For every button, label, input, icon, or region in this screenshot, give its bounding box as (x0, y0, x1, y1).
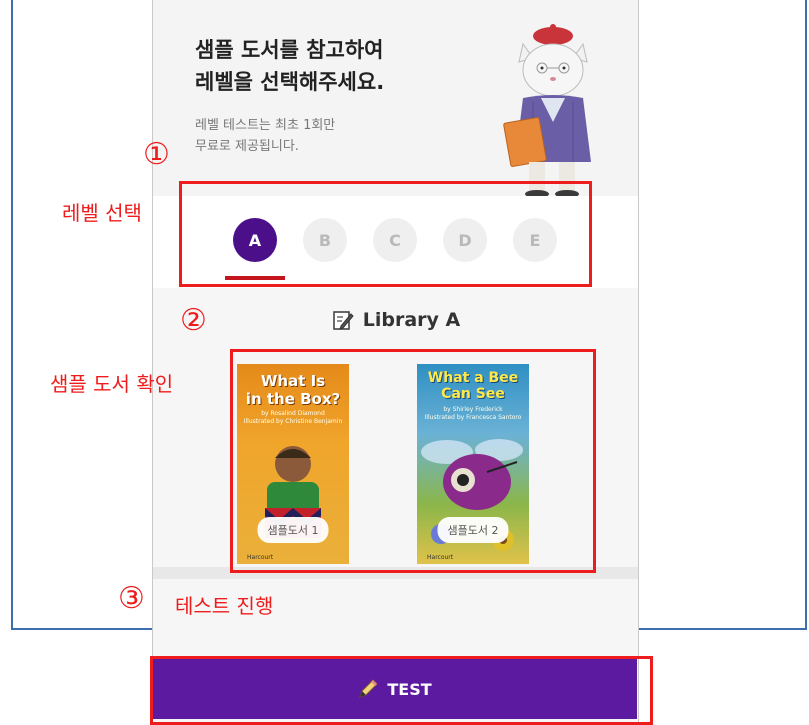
annotation-number-2: ② (180, 303, 207, 338)
library-header: Library A (153, 300, 638, 340)
annotation-number-1: ① (143, 137, 170, 172)
title-line-1: 샘플 도서를 참고하여 (195, 38, 384, 62)
subtitle-line-1: 레벨 테스트는 최초 1회만 (195, 118, 336, 133)
cat-mascot-illustration (503, 24, 591, 198)
annotation-box-test (150, 656, 653, 725)
subtitle: 레벨 테스트는 최초 1회만 무료로 제공됩니다. (195, 115, 335, 157)
subtitle-line-2: 무료로 제공됩니다. (195, 139, 299, 154)
annotation-label-level-select: 레벨 선택 (62, 201, 142, 225)
title-line-2: 레벨을 선택해주세요. (195, 70, 385, 94)
annotation-label-test: 테스트 진행 (175, 594, 274, 618)
annotation-number-3: ③ (118, 581, 145, 616)
annotation-box-level-select (179, 181, 592, 287)
page-title: 샘플 도서를 참고하여 레벨을 선택해주세요. (195, 34, 384, 98)
pencil-edit-icon (332, 311, 354, 330)
library-title: Library A (362, 309, 461, 331)
header-section: 샘플 도서를 참고하여 레벨을 선택해주세요. 레벨 테스트는 최초 1회만 무… (153, 0, 638, 198)
annotation-box-sample-books (230, 349, 596, 573)
annotation-label-sample-books: 샘플 도서 확인 (50, 372, 174, 396)
